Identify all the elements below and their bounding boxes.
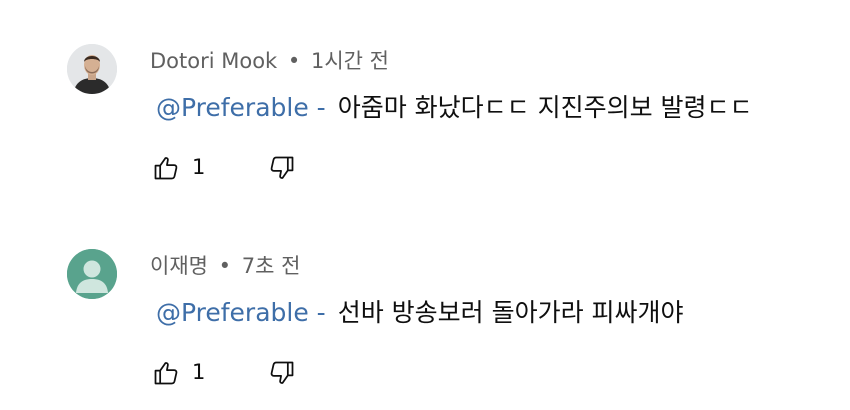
mention-link[interactable]: @Preferable - (156, 298, 326, 327)
comment-meta: 이재명 • 7초 전 (150, 250, 300, 280)
default-user-avatar-icon (67, 249, 117, 299)
meta-separator: • (218, 254, 232, 278)
comment-item: Dotori Mook • 1시간 전 @Preferable - 아줌마 화났다… (0, 0, 850, 205)
comment-text: 선바 방송보러 돌아가라 피싸개야 (337, 298, 684, 327)
thumbs-down-icon (270, 361, 294, 384)
dislike-button[interactable] (266, 355, 298, 391)
thumbs-down-icon (270, 156, 294, 179)
comment-timestamp[interactable]: 7초 전 (242, 254, 301, 278)
comment-text: 아줌마 화났다ㄷㄷ 지진주의보 발령ㄷㄷ (337, 93, 753, 122)
like-count: 1 (192, 360, 206, 384)
comment-body: @Preferable - 아줌마 화났다ㄷㄷ 지진주의보 발령ㄷㄷ (156, 88, 753, 124)
thumbs-up-icon (154, 362, 178, 385)
avatar[interactable] (67, 249, 117, 299)
thumbs-up-icon (154, 157, 178, 180)
comment-meta: Dotori Mook • 1시간 전 (150, 45, 389, 75)
comment-body: @Preferable - 선바 방송보러 돌아가라 피싸개야 (156, 293, 684, 329)
comment-timestamp[interactable]: 1시간 전 (311, 49, 389, 73)
comment-author[interactable]: Dotori Mook (150, 49, 277, 73)
comment-item: 이재명 • 7초 전 @Preferable - 선바 방송보러 돌아가라 피싸개… (0, 205, 850, 410)
dislike-button[interactable] (266, 150, 298, 186)
avatar[interactable] (67, 44, 117, 94)
user-photo-avatar-icon (67, 44, 117, 94)
meta-separator: • (287, 49, 301, 73)
like-count: 1 (192, 155, 206, 179)
mention-link[interactable]: @Preferable - (156, 93, 326, 122)
like-button[interactable] (150, 355, 182, 391)
like-button[interactable] (150, 150, 182, 186)
comment-author[interactable]: 이재명 (150, 254, 208, 278)
